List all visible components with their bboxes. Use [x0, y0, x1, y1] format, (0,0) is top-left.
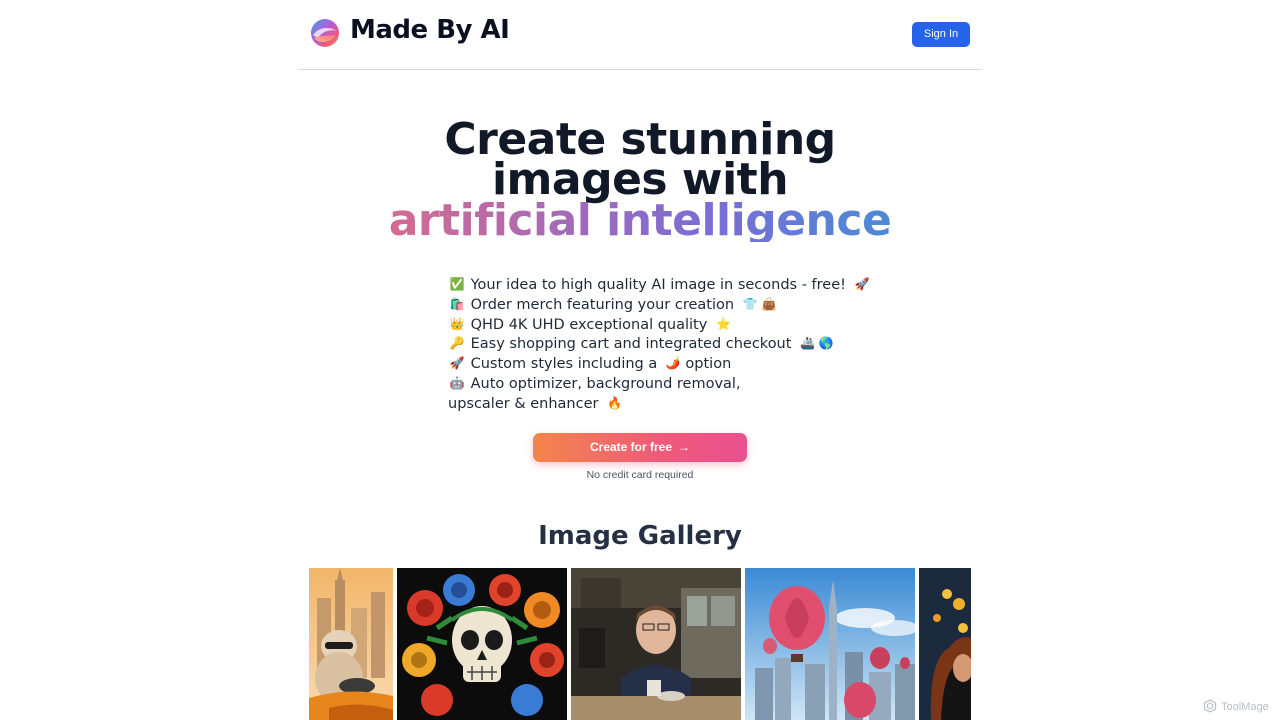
gallery-image-skull-roses[interactable]: [397, 568, 567, 720]
rocket-icon: 🚀: [854, 277, 870, 291]
swirl-logo-icon[interactable]: [310, 18, 340, 48]
feature-text: Order merch featuring your creation: [470, 296, 735, 313]
create-for-free-button[interactable]: Create for free →: [533, 433, 747, 462]
ship-globe-icon: 🚢 🌎: [800, 336, 834, 351]
gallery-image-cat-driving-city[interactable]: [309, 568, 393, 720]
feature-item: ✅ Your idea to high quality AI image in …: [448, 275, 870, 295]
key-icon: 🔑: [449, 336, 465, 351]
star-icon: ⭐: [715, 316, 731, 331]
arrow-right-icon: →: [678, 440, 691, 454]
rocket-icon: 🚀: [449, 356, 465, 371]
gallery-image-woman-lights[interactable]: [919, 568, 971, 720]
feature-text: Your idea to high quality AI image in se…: [470, 277, 846, 293]
feature-item: 👑 QHD 4K UHD exceptional quality ⭐: [448, 315, 798, 335]
sign-in-button[interactable]: Sign In: [912, 22, 970, 47]
tshirt-bag-icon: 👕 👜: [742, 296, 777, 311]
crown-icon: 👑: [449, 316, 465, 331]
feature-text: QHD 4K UHD exceptional quality: [470, 316, 708, 333]
gallery-title: Image Gallery: [538, 521, 742, 551]
gallery-image-balloons-city[interactable]: [745, 568, 915, 720]
hero-line-gradient: artificial intelligence: [0, 199, 1280, 243]
gallery-image-man-cafe[interactable]: [571, 568, 741, 720]
image-gallery: [309, 568, 971, 720]
create-button-label: Create for free: [589, 440, 673, 454]
brand-name[interactable]: Made By AI: [350, 15, 510, 45]
hexagon-logo-icon: [1203, 699, 1217, 713]
feature-item: 🛍️ Order merch featuring your creation 👕…: [448, 295, 798, 315]
shopping-bags-icon: 🛍️: [449, 296, 465, 311]
watermark-text: ToolMage: [1221, 701, 1269, 713]
check-mark-icon: ✅: [449, 277, 465, 291]
toolmage-watermark: ToolMage: [1203, 699, 1269, 715]
feature-item: 🤖 Auto optimizer, background removal, up…: [448, 374, 798, 414]
feature-text: Custom styles including a: [470, 356, 658, 373]
hero-heading: Create stunning images with artificial i…: [0, 118, 1280, 243]
feature-item: 🚀 Custom styles including a 🌶️ option: [448, 354, 798, 374]
hero-line-2: images with: [491, 154, 789, 205]
feature-text: Easy shopping cart and integrated checko…: [470, 336, 792, 353]
robot-icon: 🤖: [449, 375, 465, 390]
chili-pepper-icon: 🌶️: [665, 356, 681, 371]
feature-text-after: option: [685, 356, 732, 373]
feature-item: 🔑 Easy shopping cart and integrated chec…: [448, 334, 834, 354]
no-credit-card-note: No credit card required: [586, 469, 694, 481]
fire-icon: 🔥: [607, 395, 623, 410]
feature-text: Auto optimizer, background removal, upsc…: [448, 375, 741, 412]
site-header: Made By AI Sign In: [298, 0, 982, 70]
feature-list: ✅ Your idea to high quality AI image in …: [448, 275, 870, 414]
